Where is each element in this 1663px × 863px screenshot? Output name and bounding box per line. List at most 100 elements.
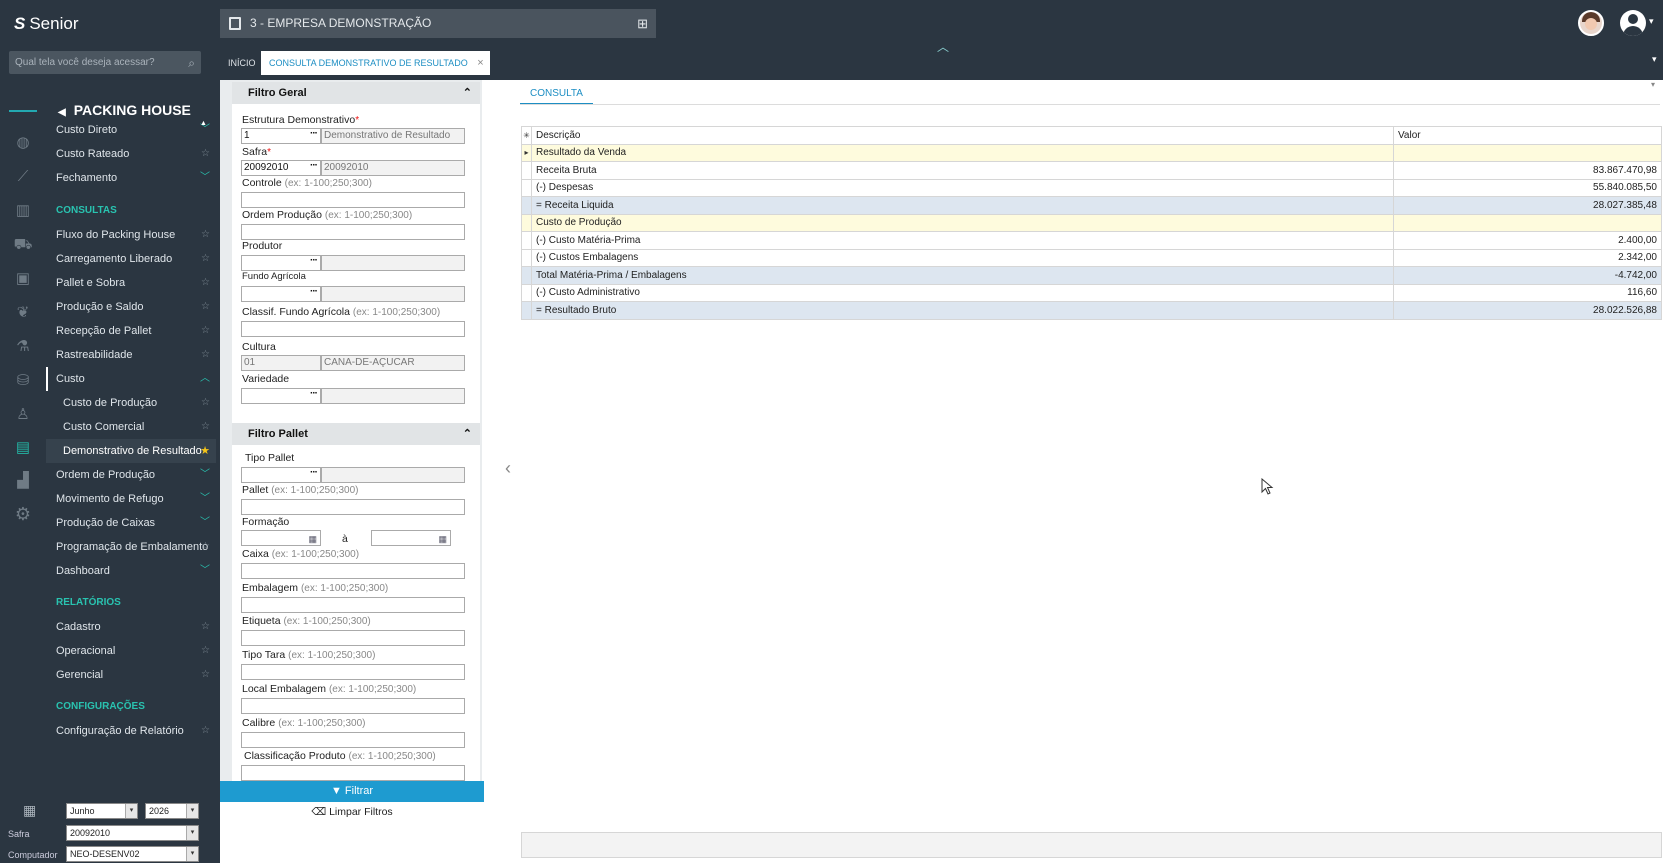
filtrar-button[interactable]: ▼ Filtrar: [220, 781, 484, 802]
leaf-icon[interactable]: ❦: [13, 303, 33, 323]
menu-item-custo[interactable]: Custo ︿: [46, 367, 216, 391]
local-embalagem-input[interactable]: [241, 698, 465, 714]
truck-icon[interactable]: ⛟: [13, 235, 33, 255]
back-arrow-icon[interactable]: ◀: [58, 107, 66, 118]
search-input[interactable]: [9, 51, 175, 74]
lookup-icon[interactable]: ···: [310, 285, 318, 299]
boxes-icon[interactable]: ▣: [13, 269, 33, 289]
col-header-valor[interactable]: Valor: [1393, 126, 1662, 145]
menu-item-gerencial[interactable]: Gerencial ☆: [46, 663, 216, 687]
dropdown-icon[interactable]: ▾: [186, 826, 198, 840]
menu-item-movimento-refugo[interactable]: Movimento de Refugo ﹀: [46, 487, 216, 511]
chevron-down-icon[interactable]: ﹀: [200, 463, 210, 487]
user-menu-icon[interactable]: [1620, 10, 1646, 36]
menu-item-operacional[interactable]: Operacional ☆: [46, 639, 216, 663]
formacao-start-date[interactable]: ▦: [241, 530, 321, 546]
star-icon[interactable]: ☆: [201, 663, 210, 687]
factory-icon[interactable]: ▥: [13, 201, 33, 221]
tab-consulta[interactable]: CONSULTA: [520, 83, 593, 105]
user-menu-caret-icon[interactable]: ▾: [1649, 16, 1654, 27]
table-row[interactable]: (-) Custo Administrativo 116,60: [521, 283, 1662, 302]
menu-item-ordem-producao[interactable]: Ordem de Produção ﹀: [46, 463, 216, 487]
tab-consulta-demonstrativo[interactable]: CONSULTA DEMONSTRATIVO DE RESULTADO ×: [261, 51, 490, 75]
menu-item-pallet-sobra[interactable]: Pallet e Sobra ☆: [46, 271, 216, 295]
tab-inicio[interactable]: INÍCIO: [220, 51, 264, 75]
star-filled-icon[interactable]: ★: [200, 439, 210, 463]
collapse-header-chevron-icon[interactable]: ︿: [937, 38, 949, 55]
star-icon[interactable]: ☆: [201, 343, 210, 367]
star-icon[interactable]: ☆: [201, 535, 210, 559]
menu-item-custo-direto[interactable]: Custo Direto ﹀: [46, 118, 216, 142]
table-row[interactable]: Custo de Produção: [521, 213, 1662, 232]
chevron-down-icon[interactable]: ﹀: [200, 511, 210, 535]
menu-item-producao-caixas[interactable]: Produção de Caixas ﹀: [46, 511, 216, 535]
produtor-code-input[interactable]: ···: [241, 255, 321, 271]
star-icon[interactable]: ☆: [201, 247, 210, 271]
star-icon[interactable]: ☆: [201, 415, 210, 439]
table-row[interactable]: ▸ Resultado da Venda: [521, 143, 1662, 162]
gear-icon[interactable]: ⚙: [13, 504, 33, 524]
formacao-end-date[interactable]: ▦: [371, 530, 451, 546]
tipo-tara-input[interactable]: [241, 664, 465, 680]
pallet-input[interactable]: [241, 499, 465, 515]
calendar-icon[interactable]: ▦: [308, 532, 317, 546]
lookup-icon[interactable]: ···: [310, 127, 318, 141]
chevron-up-icon[interactable]: ︿: [200, 367, 210, 391]
star-icon[interactable]: ☆: [201, 639, 210, 663]
table-row[interactable]: = Resultado Bruto 28.022.526,88: [521, 301, 1662, 320]
table-row[interactable]: = Receita Liquida 28.027.385,48: [521, 196, 1662, 215]
computador-select[interactable]: NEO-DESENV02 ▾: [66, 846, 199, 862]
estrutura-code-input[interactable]: 1 ···: [241, 128, 321, 144]
globe-icon[interactable]: ◍: [13, 133, 33, 153]
lookup-icon[interactable]: ···: [310, 466, 318, 480]
menu-item-config-relatorio[interactable]: Configuração de Relatório ☆: [46, 719, 216, 743]
star-icon[interactable]: ☆: [201, 719, 210, 743]
menu-item-rastreabilidade[interactable]: Rastreabilidade ☆: [46, 343, 216, 367]
tipo-pallet-code-input[interactable]: ···: [241, 467, 321, 483]
menu-scroll-up-icon[interactable]: ▲: [200, 120, 208, 130]
dropdown-icon[interactable]: ▾: [125, 804, 137, 818]
menu-item-programacao-embalamento[interactable]: Programação de Embalamento ☆: [46, 535, 216, 559]
packing-house-icon[interactable]: ▤: [13, 438, 33, 458]
table-row[interactable]: Receita Bruta 83.867.470,98: [521, 161, 1662, 180]
chevron-down-icon[interactable]: ﹀: [200, 166, 210, 190]
worker-icon[interactable]: ♙: [13, 405, 33, 425]
plant-icon[interactable]: ▟: [13, 471, 33, 491]
variedade-code-input[interactable]: ···: [241, 388, 321, 404]
menu-item-recepcao-pallet[interactable]: Recepção de Pallet ☆: [46, 319, 216, 343]
limpar-filtros-button[interactable]: ⌫ Limpar Filtros: [220, 801, 484, 823]
chevron-down-icon[interactable]: ﹀: [200, 559, 210, 583]
star-icon[interactable]: ☆: [201, 295, 210, 319]
table-row[interactable]: (-) Custo Matéria-Prima 2.400,00: [521, 231, 1662, 250]
menu-item-producao-saldo[interactable]: Produção e Saldo ☆: [46, 295, 216, 319]
dropdown-icon[interactable]: ▾: [186, 804, 198, 818]
menu-item-cadastro[interactable]: Cadastro ☆: [46, 615, 216, 639]
menu-item-fechamento[interactable]: Fechamento ﹀: [46, 166, 216, 190]
classif-fundo-input[interactable]: [241, 321, 465, 337]
senior-logo[interactable]: S Senior: [14, 14, 78, 34]
profile-avatar[interactable]: [1578, 10, 1604, 36]
table-row[interactable]: Total Matéria-Prima / Embalagens -4.742,0…: [521, 266, 1662, 285]
collapse-icon[interactable]: ⌃: [463, 423, 472, 445]
controle-input[interactable]: [241, 192, 465, 208]
menu-item-carregamento[interactable]: Carregamento Liberado ☆: [46, 247, 216, 271]
menu-item-demonstrativo-resultado[interactable]: Demonstrativo de Resultado ★: [46, 439, 216, 463]
company-selector[interactable]: 3 - EMPRESA DEMONSTRAÇÃO ⊞: [220, 9, 656, 38]
row-header-corner[interactable]: ✳: [521, 126, 532, 145]
embalagem-input[interactable]: [241, 597, 465, 613]
fundo-code-input[interactable]: ···: [241, 286, 321, 302]
calendar-icon[interactable]: ▦: [438, 532, 447, 546]
close-tab-icon[interactable]: ×: [477, 51, 483, 75]
calibre-input[interactable]: [241, 732, 465, 748]
lookup-icon[interactable]: ···: [310, 159, 318, 173]
collapse-icon[interactable]: ⌃: [463, 82, 472, 104]
menu-item-custo-producao[interactable]: Custo de Produção ☆: [46, 391, 216, 415]
panel-menu-caret-icon[interactable]: ▾: [1651, 80, 1655, 89]
menu-item-custo-rateado[interactable]: Custo Rateado ☆: [46, 142, 216, 166]
collapse-filter-panel-icon[interactable]: ‹: [505, 458, 511, 479]
lookup-icon[interactable]: ···: [310, 254, 318, 268]
etiqueta-input[interactable]: [241, 630, 465, 646]
lookup-icon[interactable]: ···: [310, 387, 318, 401]
year-select[interactable]: 2026 ▾: [145, 803, 199, 819]
month-select[interactable]: Junho ▾: [66, 803, 138, 819]
